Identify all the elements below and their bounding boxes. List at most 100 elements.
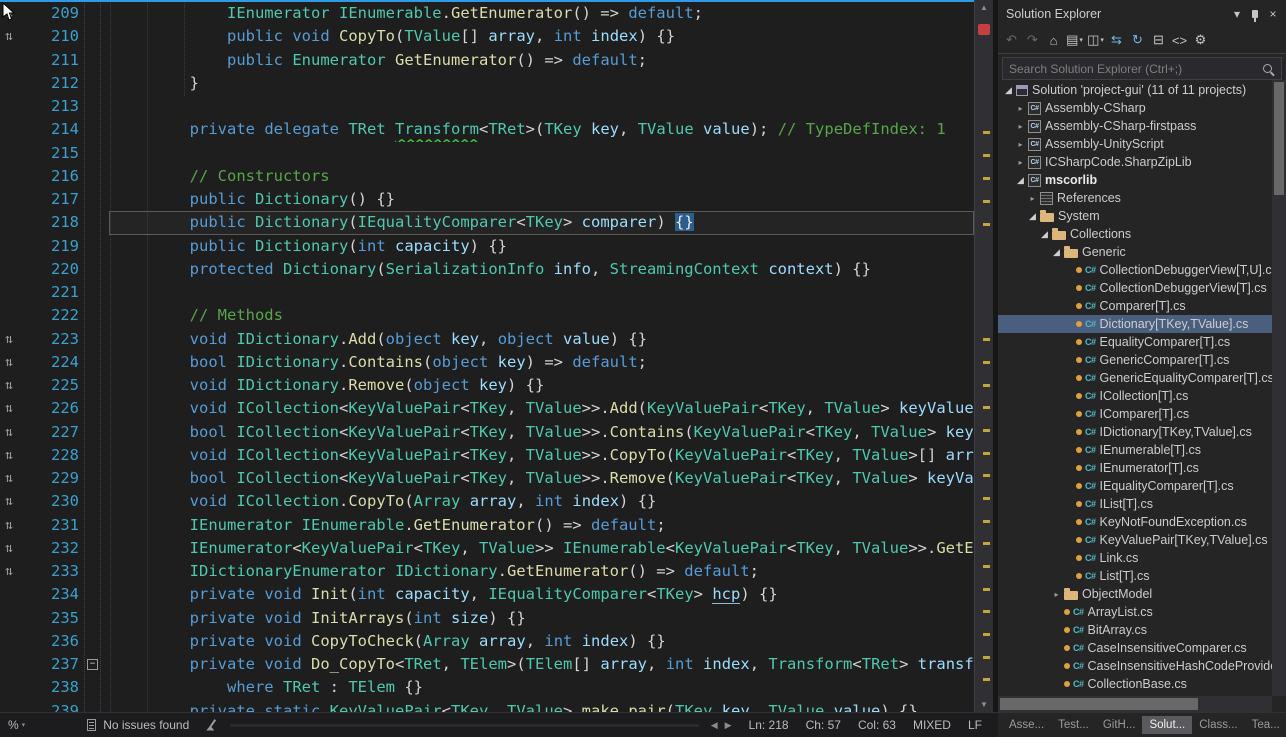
tool-window-tab-gith[interactable]: GitH... bbox=[1096, 716, 1143, 734]
code-line-239[interactable]: 239 private static KeyValuePair<TKey, TV… bbox=[0, 700, 974, 713]
code-line-217[interactable]: 217 public Dictionary() {} bbox=[0, 188, 974, 211]
code-line-220[interactable]: 220 protected Dictionary(SerializationIn… bbox=[0, 258, 974, 281]
references-indicator-icon[interactable]: ⇅ bbox=[0, 514, 35, 537]
tool-window-tab-asse[interactable]: Asse... bbox=[1002, 716, 1051, 734]
code-line-216[interactable]: 216 // Constructors bbox=[0, 165, 974, 188]
tree-item-equalitycomparer-t-cs[interactable]: C#EqualityComparer[T].cs bbox=[998, 333, 1272, 351]
code-line-225[interactable]: ⇅225 void IDictionary.Remove(object key)… bbox=[0, 374, 974, 397]
issues-status[interactable]: No issues found bbox=[103, 718, 189, 732]
code-cleanup-icon[interactable] bbox=[205, 719, 218, 732]
tree-item-genericcomparer-t-cs[interactable]: C#GenericComparer[T].cs bbox=[998, 351, 1272, 369]
code-line-223[interactable]: ⇅223 void IDictionary.Add(object key, ob… bbox=[0, 328, 974, 351]
tool-window-tab-solut[interactable]: Solut... bbox=[1142, 716, 1192, 734]
code-line-211[interactable]: 211 public Enumerator GetEnumerator() =>… bbox=[0, 49, 974, 72]
scrollbar-thumb[interactable] bbox=[1274, 82, 1284, 195]
collapse-arrow-icon[interactable]: ◢ bbox=[1050, 247, 1063, 258]
properties-icon[interactable]: ⚙ bbox=[1190, 30, 1211, 50]
tree-item-arraylist-cs[interactable]: C#ArrayList.cs bbox=[998, 603, 1272, 621]
tree-item-icsharpcode-sharpziplib[interactable]: ▸C#ICSharpCode.SharpZipLib bbox=[998, 153, 1272, 171]
scrollbar-thumb[interactable] bbox=[1000, 698, 1198, 710]
references-indicator-icon[interactable]: ⇅ bbox=[0, 374, 35, 397]
references-indicator-icon[interactable]: ⇅ bbox=[0, 397, 35, 420]
pin-icon[interactable] bbox=[1246, 5, 1264, 23]
expand-arrow-icon[interactable]: ▸ bbox=[1014, 140, 1027, 149]
tree-item-ienumerable-t-cs[interactable]: C#IEnumerable[T].cs bbox=[998, 441, 1272, 459]
status-encoding[interactable]: MIXED bbox=[913, 718, 951, 732]
tool-window-tab-test[interactable]: Test... bbox=[1051, 716, 1096, 734]
solution-explorer-vertical-scrollbar[interactable] bbox=[1272, 80, 1286, 696]
code-line-232[interactable]: ⇅232 IEnumerator<KeyValuePair<TKey, TVal… bbox=[0, 537, 974, 560]
expand-arrow-icon[interactable]: ▸ bbox=[1050, 590, 1063, 599]
tree-item-assembly-csharp[interactable]: ▸C#Assembly-CSharp bbox=[998, 99, 1272, 117]
tree-item-comparer-t-cs[interactable]: C#Comparer[T].cs bbox=[998, 297, 1272, 315]
tree-item-caseinsensitivehashcodeprovider-cs[interactable]: C#CaseInsensitiveHashCodeProvider.cs bbox=[998, 657, 1272, 675]
tree-item-icollection-t-cs[interactable]: C#ICollection[T].cs bbox=[998, 387, 1272, 405]
horizontal-scroll-arrows[interactable]: ◀▶ bbox=[711, 720, 739, 731]
fold-collapse-icon[interactable]: − bbox=[87, 659, 98, 670]
code-line-235[interactable]: 235 private void InitArrays(int size) {} bbox=[0, 607, 974, 630]
code-line-224[interactable]: ⇅224 bool IDictionary.Contains(object ke… bbox=[0, 351, 974, 374]
code-line-233[interactable]: ⇅233 IDictionaryEnumerator IDictionary.G… bbox=[0, 560, 974, 583]
code-line-222[interactable]: 222 // Methods bbox=[0, 304, 974, 327]
scroll-up-icon[interactable]: ▲ bbox=[975, 3, 993, 12]
tree-item-genericequalitycomparer-t-cs[interactable]: C#GenericEqualityComparer[T].cs bbox=[998, 369, 1272, 387]
references-indicator-icon[interactable]: ⇅ bbox=[0, 351, 35, 374]
nav-forward-icon[interactable]: ↷ bbox=[1022, 30, 1043, 50]
status-line-ending[interactable]: LF bbox=[968, 718, 982, 732]
references-indicator-icon[interactable]: ⇅ bbox=[0, 560, 35, 583]
code-line-219[interactable]: 219 public Dictionary(int capacity) {} bbox=[0, 235, 974, 258]
collapse-arrow-icon[interactable]: ◢ bbox=[1014, 175, 1027, 186]
tree-item-system[interactable]: ◢System bbox=[998, 207, 1272, 225]
expand-arrow-icon[interactable]: ▸ bbox=[1014, 122, 1027, 131]
code-line-229[interactable]: ⇅229 bool ICollection<KeyValuePair<TKey,… bbox=[0, 467, 974, 490]
close-icon[interactable]: × bbox=[1264, 5, 1282, 23]
sync-active-document-icon[interactable]: ⇆ bbox=[1106, 30, 1127, 50]
tree-item-collectiondebuggerview-t-u-cs[interactable]: C#CollectionDebuggerView[T,U].cs bbox=[998, 261, 1272, 279]
code-line-209[interactable]: ⇅209 IEnumerator IEnumerable.GetEnumerat… bbox=[0, 2, 974, 25]
tree-item-collections[interactable]: ◢Collections bbox=[998, 225, 1272, 243]
expand-arrow-icon[interactable]: ▸ bbox=[1026, 194, 1039, 203]
tree-item-icomparer-t-cs[interactable]: C#IComparer[T].cs bbox=[998, 405, 1272, 423]
code-line-234[interactable]: 234 private void Init(int capacity, IEqu… bbox=[0, 583, 974, 606]
tree-item-collectionbase-cs[interactable]: C#CollectionBase.cs bbox=[998, 675, 1272, 693]
references-indicator-icon[interactable]: ⇅ bbox=[0, 467, 35, 490]
code-line-230[interactable]: ⇅230 void ICollection.CopyTo(Array array… bbox=[0, 490, 974, 513]
tree-item-generic[interactable]: ◢Generic bbox=[998, 243, 1272, 261]
tree-item-ilist-t-cs[interactable]: C#IList[T].cs bbox=[998, 495, 1272, 513]
home-icon[interactable]: ⌂ bbox=[1043, 30, 1064, 50]
code-line-227[interactable]: ⇅227 bool ICollection<KeyValuePair<TKey,… bbox=[0, 421, 974, 444]
horizontal-scrollbar-track[interactable] bbox=[230, 724, 698, 727]
references-indicator-icon[interactable]: ⇅ bbox=[0, 444, 35, 467]
tree-item-list-t-cs[interactable]: C#List[T].cs bbox=[998, 567, 1272, 585]
scroll-down-icon[interactable]: ▼ bbox=[975, 700, 993, 709]
tool-window-tab-class[interactable]: Class... bbox=[1192, 716, 1244, 734]
solution-explorer-horizontal-scrollbar[interactable] bbox=[998, 696, 1272, 712]
expand-arrow-icon[interactable]: ▸ bbox=[1014, 104, 1027, 113]
tool-window-tab-tea[interactable]: Tea... bbox=[1245, 716, 1286, 734]
code-line-238[interactable]: 238 where TRet : TElem {} bbox=[0, 676, 974, 699]
code-line-214[interactable]: 214 private delegate TRet Transform<TRet… bbox=[0, 118, 974, 141]
window-position-icon[interactable]: ▾ bbox=[1228, 5, 1246, 23]
tree-item-collectiondebuggerview-t-cs[interactable]: C#CollectionDebuggerView[T].cs bbox=[998, 279, 1272, 297]
code-line-213[interactable]: 213 bbox=[0, 95, 974, 118]
code-line-236[interactable]: 236 private void CopyToCheck(Array array… bbox=[0, 630, 974, 653]
chevron-down-icon[interactable]: ▾ bbox=[22, 721, 26, 729]
tree-item-objectmodel[interactable]: ▸ObjectModel bbox=[998, 585, 1272, 603]
tree-item-assembly-unityscript[interactable]: ▸C#Assembly-UnityScript bbox=[998, 135, 1272, 153]
references-indicator-icon[interactable]: ⇅ bbox=[0, 490, 35, 513]
search-icon[interactable] bbox=[1263, 64, 1272, 73]
tree-item-solution-project-gui-11-of-11-projects[interactable]: ◢Solution 'project-gui' (11 of 11 projec… bbox=[998, 81, 1272, 99]
tree-item-ienumerator-t-cs[interactable]: C#IEnumerator[T].cs bbox=[998, 459, 1272, 477]
code-line-221[interactable]: 221 bbox=[0, 281, 974, 304]
tree-item-iequalitycomparer-t-cs[interactable]: C#IEqualityComparer[T].cs bbox=[998, 477, 1272, 495]
tree-item-idictionary-tkey-tvalue-cs[interactable]: C#IDictionary[TKey,TValue].cs bbox=[998, 423, 1272, 441]
code-line-226[interactable]: ⇅226 void ICollection<KeyValuePair<TKey,… bbox=[0, 397, 974, 420]
code-line-231[interactable]: ⇅231 IEnumerator IEnumerable.GetEnumerat… bbox=[0, 514, 974, 537]
code-line-212[interactable]: 212 } bbox=[0, 72, 974, 95]
tree-item-link-cs[interactable]: C#Link.cs bbox=[998, 549, 1272, 567]
tree-item-keyvaluepair-tkey-tvalue-cs[interactable]: C#KeyValuePair[TKey,TValue].cs bbox=[998, 531, 1272, 549]
editor-vertical-scrollbar[interactable]: ▲ ▼ bbox=[974, 0, 993, 712]
tree-item-caseinsensitivecomparer-cs[interactable]: C#CaseInsensitiveComparer.cs bbox=[998, 639, 1272, 657]
document-health-icon[interactable] bbox=[87, 719, 96, 731]
references-indicator-icon[interactable]: ⇅ bbox=[0, 421, 35, 444]
